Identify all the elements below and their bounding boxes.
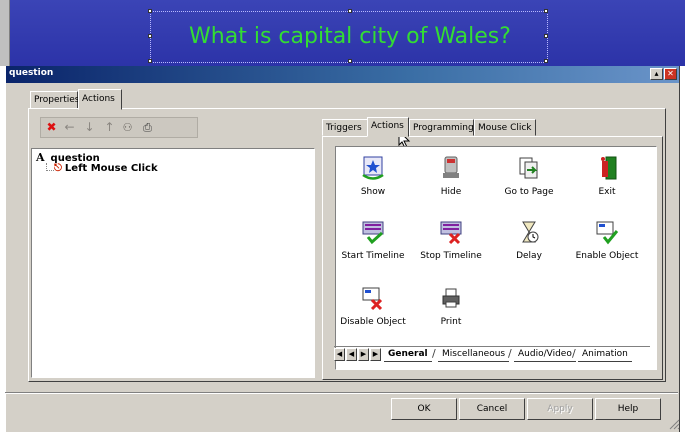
category-tab-animation[interactable]: Animation xyxy=(578,348,632,362)
title-text-box[interactable]: What is capital city of Wales? xyxy=(148,9,548,63)
action-delay[interactable]: Delay xyxy=(492,219,566,261)
footer-separator xyxy=(5,392,678,394)
mouse-icon: ⎋ xyxy=(54,163,62,174)
tab-mouse-click[interactable]: Mouse Click xyxy=(474,119,536,136)
action-label: Exit xyxy=(598,187,616,197)
cancel-button[interactable]: Cancel xyxy=(459,398,525,420)
disable-object-icon xyxy=(362,287,383,311)
ok-button[interactable]: OK xyxy=(391,398,457,420)
tab-triggers[interactable]: Triggers xyxy=(322,119,368,136)
exit-icon xyxy=(601,156,617,180)
resize-handle[interactable] xyxy=(544,9,548,13)
text-object-icon: A xyxy=(36,151,45,164)
category-tab-bar: ◀ ◀ ▶ ▶ General / Miscellaneous / Audio/… xyxy=(334,346,650,362)
resize-handle[interactable] xyxy=(148,9,152,13)
action-disable-object[interactable]: Disable Object xyxy=(336,285,410,327)
next-tab-button[interactable]: ▶ xyxy=(358,348,369,361)
apply-button[interactable]: Apply xyxy=(527,398,593,420)
slide-title: What is capital city of Wales? xyxy=(189,24,511,49)
action-label: Disable Object xyxy=(340,317,406,327)
tab-properties[interactable]: Properties xyxy=(30,91,79,109)
action-stop-timeline[interactable]: Stop Timeline xyxy=(414,219,488,261)
action-show[interactable]: Show xyxy=(336,155,410,197)
resize-handle[interactable] xyxy=(348,9,352,13)
action-label: Print xyxy=(440,317,462,327)
action-tree[interactable]: Aquestion ⎋ Left Mouse Click xyxy=(31,148,315,378)
minimize-button[interactable]: ▴ xyxy=(650,68,663,80)
action-label: Hide xyxy=(440,187,462,197)
slide-edge xyxy=(0,0,10,66)
category-tab-audio-video[interactable]: Audio/Video xyxy=(514,348,576,362)
help-button[interactable]: Help xyxy=(595,398,661,420)
first-tab-button[interactable]: ◀ xyxy=(334,348,345,361)
action-label: Delay xyxy=(516,251,542,261)
resize-handle[interactable] xyxy=(544,59,548,63)
action-exit[interactable]: Exit xyxy=(570,155,644,197)
resize-grip-icon[interactable] xyxy=(668,418,680,430)
category-tab-miscellaneous[interactable]: Miscellaneous xyxy=(438,348,510,362)
tab-programming[interactable]: Programming xyxy=(409,119,474,136)
tree-child-label: Left Mouse Click xyxy=(64,163,158,174)
print-icon[interactable]: ⎙ xyxy=(141,120,154,135)
show-icon xyxy=(362,156,384,180)
action-hide[interactable]: Hide xyxy=(414,155,488,197)
resize-handle[interactable] xyxy=(148,59,152,63)
delay-icon xyxy=(522,221,539,243)
delete-icon[interactable]: ✖ xyxy=(45,120,58,135)
go-to-page-icon xyxy=(519,157,538,179)
action-print[interactable]: Print xyxy=(414,285,488,327)
close-button[interactable]: ✕ xyxy=(664,68,677,80)
tab-separator: / xyxy=(432,347,436,360)
arrow-left-icon[interactable]: ← xyxy=(63,120,76,135)
people-icon[interactable]: ⚇ xyxy=(121,120,134,135)
arrow-down-icon[interactable]: ↓ xyxy=(83,120,96,135)
tab-separator: / xyxy=(572,347,576,360)
resize-handle[interactable] xyxy=(348,59,352,63)
actions-toolbar: ✖ ← ↓ ↑ ⚇ ⎙ xyxy=(40,117,198,138)
action-start-timeline[interactable]: Start Timeline xyxy=(336,219,410,261)
print-icon xyxy=(442,288,460,308)
tree-connector xyxy=(46,170,54,171)
actions-grid: Show Hide Go to Page Exit Start Timeline… xyxy=(335,146,657,370)
tab-separator: / xyxy=(508,347,512,360)
stop-timeline-icon xyxy=(440,221,462,245)
action-enable-object[interactable]: Enable Object xyxy=(570,219,644,261)
action-label: Start Timeline xyxy=(341,251,405,261)
previous-tab-button[interactable]: ◀ xyxy=(346,348,357,361)
tree-child-node[interactable]: ⎋ Left Mouse Click xyxy=(54,163,158,174)
tab-inner-actions[interactable]: Actions xyxy=(367,117,409,137)
action-go-to-page[interactable]: Go to Page xyxy=(492,155,566,197)
action-label: Show xyxy=(360,187,386,197)
category-tab-general[interactable]: General xyxy=(384,348,432,362)
start-timeline-icon xyxy=(362,221,384,245)
action-label: Enable Object xyxy=(575,251,639,261)
action-label: Go to Page xyxy=(504,187,554,197)
dialog-title: question xyxy=(9,68,54,78)
arrow-up-icon[interactable]: ↑ xyxy=(103,120,116,135)
action-label: Stop Timeline xyxy=(420,251,482,261)
screen: What is capital city of Wales? question … xyxy=(0,0,685,432)
tab-actions[interactable]: Actions xyxy=(78,89,122,110)
enable-object-icon xyxy=(596,221,619,245)
hide-icon xyxy=(443,156,459,178)
last-tab-button[interactable]: ▶ xyxy=(370,348,381,361)
dialog-title-bar[interactable]: question ▴ ✕ xyxy=(6,66,679,83)
